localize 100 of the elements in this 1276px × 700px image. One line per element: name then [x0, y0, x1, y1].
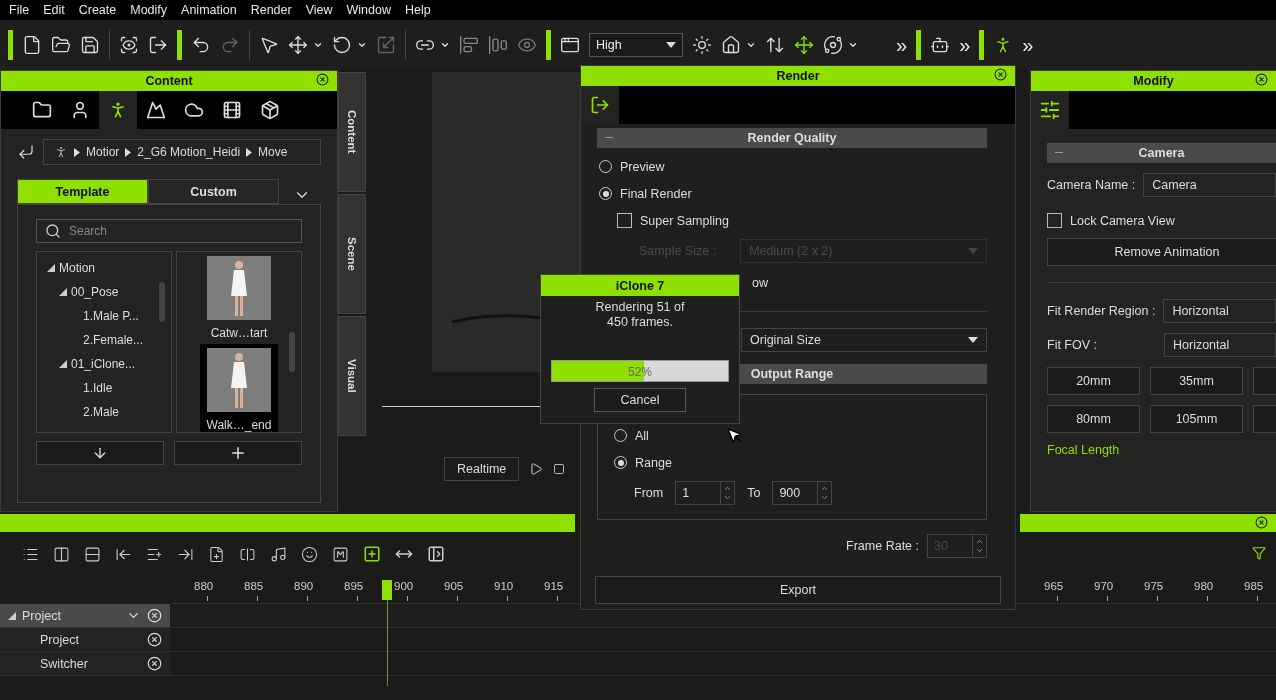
save-icon[interactable] — [80, 35, 100, 55]
caret-icon[interactable] — [357, 40, 367, 50]
preview-icon[interactable] — [119, 35, 139, 55]
export-button[interactable]: Export — [595, 576, 1001, 604]
timeline-tool-icon[interactable] — [53, 545, 70, 563]
move-icon[interactable] — [288, 35, 308, 55]
menu-item[interactable]: File — [2, 3, 37, 17]
section-header[interactable]: Render Quality — [597, 128, 987, 148]
menu-item[interactable]: Create — [71, 3, 124, 17]
cancel-button[interactable]: Cancel — [594, 388, 686, 412]
side-tab[interactable]: Scene — [338, 194, 366, 314]
spin-field[interactable]: 1 — [675, 481, 736, 505]
expanded-triangle-icon[interactable] — [47, 264, 55, 272]
dropdown-arrow-icon[interactable] — [968, 337, 978, 343]
lens-button[interactable]: 20mm — [1047, 367, 1140, 395]
timeline-tool-icon[interactable] — [208, 545, 225, 563]
dropdown[interactable]: Horizontal — [1163, 299, 1276, 323]
track-header[interactable]: Switcher — [0, 652, 170, 675]
menu-item[interactable]: Animation — [174, 3, 244, 17]
close-icon[interactable] — [1255, 516, 1268, 529]
breadcrumb-bar[interactable]: Motior 2_G6 Motion_Heidi Move — [43, 139, 321, 165]
orbit-icon[interactable] — [823, 35, 843, 55]
text-field[interactable]: Camera — [1143, 173, 1276, 197]
home-icon[interactable] — [721, 35, 741, 55]
move-icon[interactable] — [794, 35, 814, 55]
tree-item[interactable]: 2.Male — [83, 405, 120, 419]
more-button[interactable]: » — [959, 33, 971, 57]
sun-icon[interactable] — [692, 35, 712, 55]
caret-icon[interactable] — [313, 40, 323, 50]
menu-item[interactable]: Edit — [36, 3, 72, 17]
menu-item[interactable]: Modify — [123, 3, 175, 17]
more-button[interactable]: » — [1022, 33, 1034, 57]
expanded-triangle-icon[interactable] — [8, 611, 16, 620]
spin-field[interactable]: 900 — [772, 481, 833, 505]
timeline-tool-icon[interactable] — [270, 545, 287, 563]
caret-icon[interactable] — [440, 40, 450, 50]
align-icon[interactable] — [459, 35, 479, 55]
tree-item[interactable]: 2.Female... — [83, 333, 144, 347]
tree-item[interactable]: 00_Pose — [71, 285, 119, 299]
menu-item[interactable]: Render — [243, 3, 299, 17]
lens-button[interactable]: 35mm — [1150, 367, 1243, 395]
align-icon[interactable] — [488, 35, 508, 55]
add-clip-icon[interactable] — [363, 545, 381, 563]
tree-item[interactable]: Motion — [59, 261, 96, 275]
timeline-tool-icon[interactable] — [239, 545, 256, 563]
side-tab[interactable]: Visual — [338, 316, 366, 436]
search-field[interactable]: Search — [36, 219, 302, 243]
open-folder-icon[interactable] — [51, 35, 71, 55]
tab[interactable]: Custom — [148, 179, 279, 204]
menu-item[interactable]: View — [298, 3, 340, 17]
scale-icon[interactable] — [376, 35, 396, 55]
play-icon[interactable] — [529, 462, 544, 476]
menu-item[interactable]: Help — [398, 3, 438, 17]
window-icon[interactable] — [560, 35, 580, 55]
pointer-icon[interactable] — [259, 35, 279, 55]
tree-item[interactable]: 1.Idle — [83, 381, 113, 395]
breadcrumb-item[interactable]: Move — [258, 145, 288, 159]
content-tab[interactable] — [99, 91, 137, 129]
checkbox[interactable] — [617, 213, 632, 228]
dropdown[interactable]: Horizontal — [1164, 333, 1276, 357]
breadcrumb-item[interactable]: Motior — [86, 145, 120, 159]
tree-item[interactable]: 01_iClone... — [71, 357, 136, 371]
side-tab[interactable]: Content — [338, 72, 366, 192]
filter-icon[interactable] — [1252, 545, 1266, 560]
toolbar-grip[interactable] — [916, 30, 922, 60]
thumbnail[interactable]: Catw…tart — [200, 252, 278, 344]
track-header[interactable]: Project — [0, 628, 170, 651]
vertical-arrows-icon[interactable] — [765, 35, 785, 55]
rotate-icon[interactable] — [332, 35, 352, 55]
checkbox[interactable] — [1047, 213, 1062, 228]
quality-dropdown[interactable]: High — [589, 33, 683, 57]
timeline-tool-icon[interactable] — [84, 545, 101, 563]
undo-icon[interactable] — [191, 35, 211, 55]
export-icon[interactable] — [148, 35, 168, 55]
timeline-tool-icon[interactable] — [301, 545, 318, 563]
section-header[interactable]: Camera — [1047, 143, 1276, 163]
lens-button[interactable]: 105mm — [1150, 405, 1243, 433]
toolbar-grip[interactable] — [177, 30, 182, 60]
new-file-icon[interactable] — [22, 35, 42, 55]
breadcrumb-item[interactable]: 2_G6 Motion_Heidi — [137, 145, 241, 159]
expanded-triangle-icon[interactable] — [59, 360, 67, 368]
stop-icon[interactable] — [553, 463, 566, 475]
panel-tab[interactable] — [1031, 91, 1069, 129]
more-button[interactable]: » — [896, 33, 908, 57]
expanded-triangle-icon[interactable] — [59, 288, 67, 296]
toolbar-grip[interactable] — [979, 30, 985, 60]
toolbar-grip[interactable] — [8, 30, 13, 60]
toolbar-grip[interactable] — [546, 30, 551, 60]
caret-icon[interactable] — [848, 40, 858, 50]
tree-item[interactable]: 1.Male P... — [83, 309, 139, 323]
add-column-icon[interactable] — [427, 545, 445, 563]
menu-item[interactable]: Window — [339, 3, 398, 17]
caret-icon[interactable] — [746, 40, 756, 50]
timeline-tool-icon[interactable] — [332, 545, 349, 563]
tab[interactable]: Template — [17, 179, 148, 204]
dropdown-arrow-icon[interactable] — [666, 42, 676, 48]
dropdown[interactable]: Original Size — [741, 328, 987, 352]
close-icon[interactable] — [994, 68, 1007, 81]
panel-tab[interactable] — [581, 86, 619, 124]
realtime-button[interactable]: Realtime — [444, 457, 520, 481]
